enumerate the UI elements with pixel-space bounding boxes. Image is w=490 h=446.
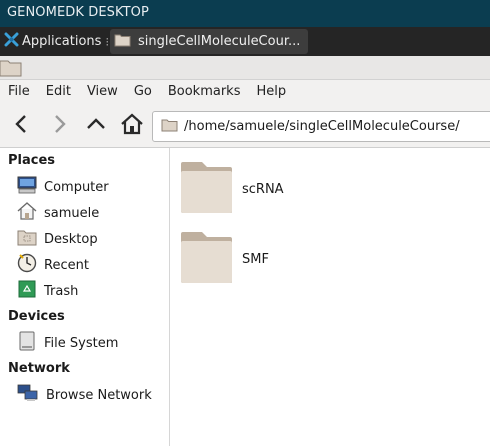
folder-name: SMF: [242, 252, 269, 267]
sidebar-item-recent[interactable]: Recent: [0, 252, 169, 278]
desktop-title: GENOMEDK DESKTOP: [7, 5, 149, 20]
up-button[interactable]: [82, 112, 110, 140]
computer-icon: [17, 176, 37, 198]
clock-icon: [17, 253, 37, 277]
sidebar-item-label: Trash: [44, 283, 79, 299]
forward-button[interactable]: [45, 112, 73, 140]
folder-icon: [180, 161, 233, 218]
desktop-folder-icon: [17, 228, 37, 250]
folder-name: scRNA: [242, 182, 284, 197]
forward-arrow-icon: [50, 114, 68, 138]
network-icon: [17, 384, 39, 406]
menu-go[interactable]: Go: [126, 80, 160, 104]
sidebar-item-label: samuele: [44, 205, 100, 221]
file-view: scRNA SMF: [171, 148, 490, 446]
folder-icon: [114, 32, 131, 51]
sidebar-item-computer[interactable]: Computer: [0, 174, 169, 200]
menu-view[interactable]: View: [79, 80, 126, 104]
menu-file[interactable]: File: [0, 80, 38, 104]
sidebar-item-label: Browse Network: [46, 387, 152, 403]
sidebar-item-label: Desktop: [44, 231, 98, 247]
location-path: /home/samuele/singleCellMoleculeCourse/: [184, 119, 460, 134]
window-folder-icon: [0, 57, 22, 81]
menu-bar: File Edit View Go Bookmarks Help: [0, 80, 490, 104]
sidebar-item-label: File System: [44, 335, 119, 351]
location-folder-icon: [161, 117, 178, 136]
sidebar: Places Computer samuele Desktop Recent T…: [0, 148, 170, 446]
folder-item-smf[interactable]: SMF: [180, 231, 269, 288]
menu-edit[interactable]: Edit: [38, 80, 79, 104]
menu-bookmarks[interactable]: Bookmarks: [160, 80, 249, 104]
toolbar: /home/samuele/singleCellMoleculeCourse/: [0, 104, 490, 148]
up-arrow-icon: [86, 115, 106, 137]
applications-label: Applications: [22, 34, 102, 49]
network-heading: Network: [8, 361, 70, 376]
sidebar-item-desktop[interactable]: Desktop: [0, 226, 169, 252]
sidebar-item-label: Computer: [44, 179, 109, 195]
sidebar-item-label: Recent: [44, 257, 89, 273]
drive-icon: [17, 331, 37, 355]
trash-icon: [17, 280, 37, 302]
home-icon: [120, 113, 144, 139]
back-button[interactable]: [8, 112, 36, 140]
sidebar-item-file-system[interactable]: File System: [0, 330, 169, 356]
taskbar-separator: ⁝: [105, 34, 110, 49]
sidebar-item-browse-network[interactable]: Browse Network: [0, 382, 169, 408]
location-bar[interactable]: /home/samuele/singleCellMoleculeCourse/: [152, 111, 490, 142]
home-button[interactable]: [118, 112, 146, 140]
applications-icon: [4, 32, 19, 51]
window-title-strip: [0, 56, 490, 80]
folder-item-scrna[interactable]: scRNA: [180, 161, 284, 218]
menu-help[interactable]: Help: [248, 80, 294, 104]
applications-menu[interactable]: Applications ⁝: [0, 27, 109, 56]
sidebar-item-home[interactable]: samuele: [0, 200, 169, 226]
folder-icon: [180, 231, 233, 288]
window-task-label: singleCellMoleculeCour...: [138, 34, 301, 49]
back-arrow-icon: [13, 114, 31, 138]
taskbar: Applications ⁝ singleCellMoleculeCour...: [0, 27, 490, 56]
desktop-top-bar: GENOMEDK DESKTOP: [0, 0, 490, 27]
home-folder-icon: [17, 202, 37, 224]
places-heading: Places: [8, 153, 56, 168]
window-task-button[interactable]: singleCellMoleculeCour...: [110, 29, 308, 54]
devices-heading: Devices: [8, 309, 65, 324]
sidebar-item-trash[interactable]: Trash: [0, 278, 169, 304]
